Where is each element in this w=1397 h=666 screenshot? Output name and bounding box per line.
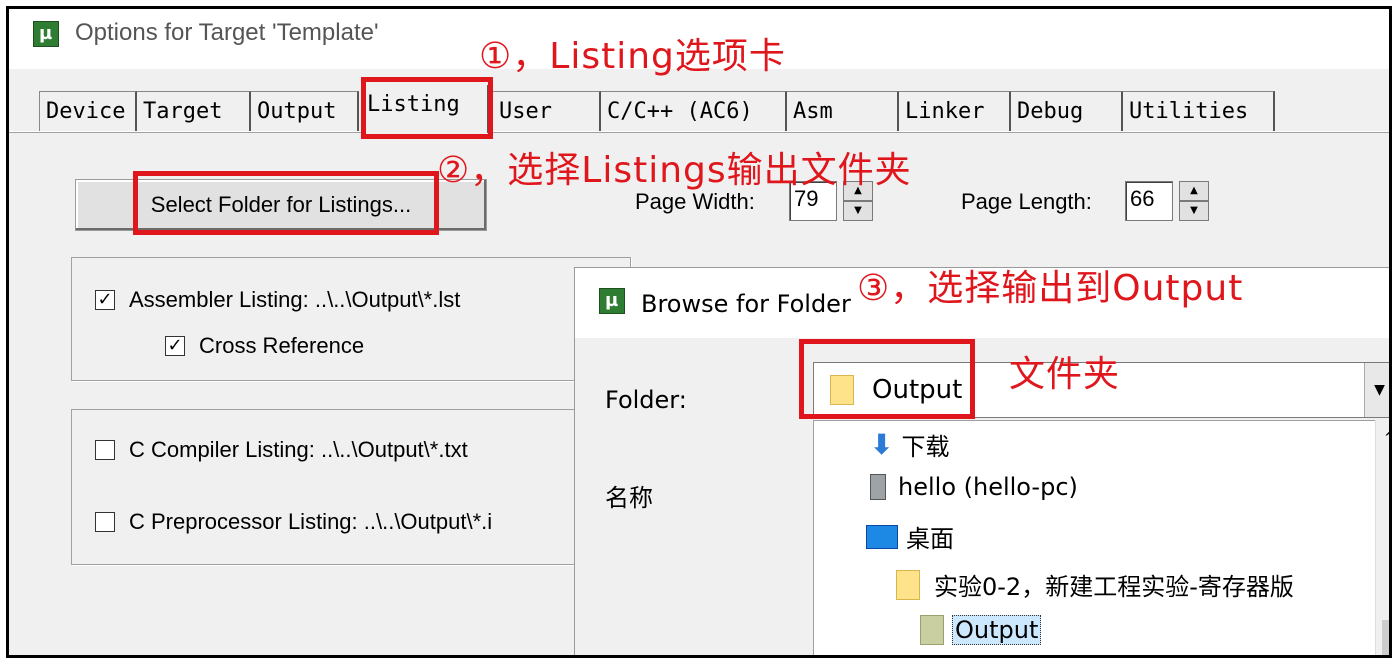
name-label: 名称 [605,484,653,512]
annotation-box-folder-combo [799,339,975,419]
c-preprocessor-listing-checkbox-row[interactable]: C Preprocessor Listing: ..\..\Output\*.i [95,509,492,535]
annotation-box-select-folder [133,171,439,235]
chevron-up-icon[interactable]: ^ [1376,428,1389,447]
desktop-icon [866,524,898,549]
c-compiler-listing-checkbox-row[interactable]: C Compiler Listing: ..\..\Output\*.txt [95,437,468,463]
browse-body: Folder: 名称 Output ▼ ⬇ 下载 hello (hello-pc… [575,338,1389,655]
computer-icon [870,474,886,500]
tree-item-desktop[interactable]: 桌面 [866,519,954,554]
browse-title: Browse for Folder [641,290,851,318]
chevron-down-icon[interactable]: ▼ [1364,363,1389,417]
keil-app-icon [599,288,625,314]
cross-reference-checkbox[interactable]: ✓ [165,336,185,356]
download-arrow-icon: ⬇ [870,428,894,461]
c-compiler-listing-checkbox[interactable] [95,440,115,460]
browse-folder-dialog: Browse for Folder Folder: 名称 Output ▼ ⬇ … [574,267,1389,655]
page-length-label: Page Length: [961,189,1092,214]
spinner-up-icon[interactable]: ▲ [1179,181,1209,201]
tree-item-project-folder[interactable]: 实验0-2，新建工程实验-寄存器版 [896,567,1294,602]
tree-item-label: 下载 [901,433,950,461]
assembler-listing-checkbox-row[interactable]: ✓ Assembler Listing: ..\..\Output\*.lst [95,287,460,313]
annotation-step1: ①，Listing选项卡 [479,36,786,77]
folder-icon [920,615,944,645]
tree-scrollbar[interactable]: ^ [1375,420,1389,655]
cross-reference-label: Cross Reference [199,333,365,358]
c-preprocessor-listing-label: C Preprocessor Listing: ..\..\Output\*.i [129,509,493,534]
tree-item-label: hello (hello-pc) [898,473,1078,501]
c-preprocessor-listing-checkbox[interactable] [95,512,115,532]
c-listing-group [71,409,631,565]
annotation-box-listing-tab [361,77,493,139]
page-length-spinner[interactable]: ▲ ▼ [1179,181,1209,221]
window-title: Options for Target 'Template' [75,19,379,46]
scrollbar-thumb[interactable] [1382,620,1389,655]
page-length-input[interactable]: 66 [1125,181,1173,221]
assembler-listing-label: Assembler Listing: ..\..\Output\*.lst [129,287,461,312]
annotation-step3-line2: 文件夹 [1009,354,1121,395]
tree-item-output[interactable]: Output [920,615,1042,645]
tree-item-label: 桌面 [906,525,954,553]
tab-output[interactable]: Output [251,91,359,131]
tab-debug[interactable]: Debug [1011,91,1123,131]
tree-item-label: 实验0-2，新建工程实验-寄存器版 [934,573,1294,601]
tree-item-label: Output [952,615,1042,645]
annotation-step3-line1: ③，选择输出到Output [857,268,1244,309]
assembler-listing-checkbox[interactable]: ✓ [95,290,115,310]
folder-icon [896,569,920,600]
folder-label: Folder: [605,386,687,414]
keil-app-icon [33,21,59,47]
spinner-down-icon[interactable]: ▼ [843,201,873,221]
annotation-step2: ②，选择Listings输出文件夹 [437,150,912,191]
tab-utilities[interactable]: Utilities [1123,91,1275,131]
c-compiler-listing-label: C Compiler Listing: ..\..\Output\*.txt [129,437,468,462]
cross-reference-checkbox-row[interactable]: ✓ Cross Reference [165,333,364,359]
tab-c-cpp[interactable]: C/C++ (AC6) [601,91,787,131]
assembler-listing-group [71,257,631,381]
options-dialog: Options for Target 'Template' Device Tar… [6,6,1392,658]
tab-target[interactable]: Target [137,91,251,131]
tab-asm[interactable]: Asm [787,91,899,131]
tree-item-download[interactable]: ⬇ 下载 [870,427,949,462]
tab-strip: Device Target Output Listing User C/C++ … [9,85,1289,133]
tab-linker[interactable]: Linker [899,91,1011,131]
tree-item-computer[interactable]: hello (hello-pc) [870,473,1078,501]
spinner-down-icon[interactable]: ▼ [1179,201,1209,221]
folder-tree[interactable]: ⬇ 下载 hello (hello-pc) 桌面 实验0-2，新建工程实验-寄存… [813,420,1385,655]
tab-device[interactable]: Device [39,91,137,131]
tab-user[interactable]: User [493,91,601,131]
